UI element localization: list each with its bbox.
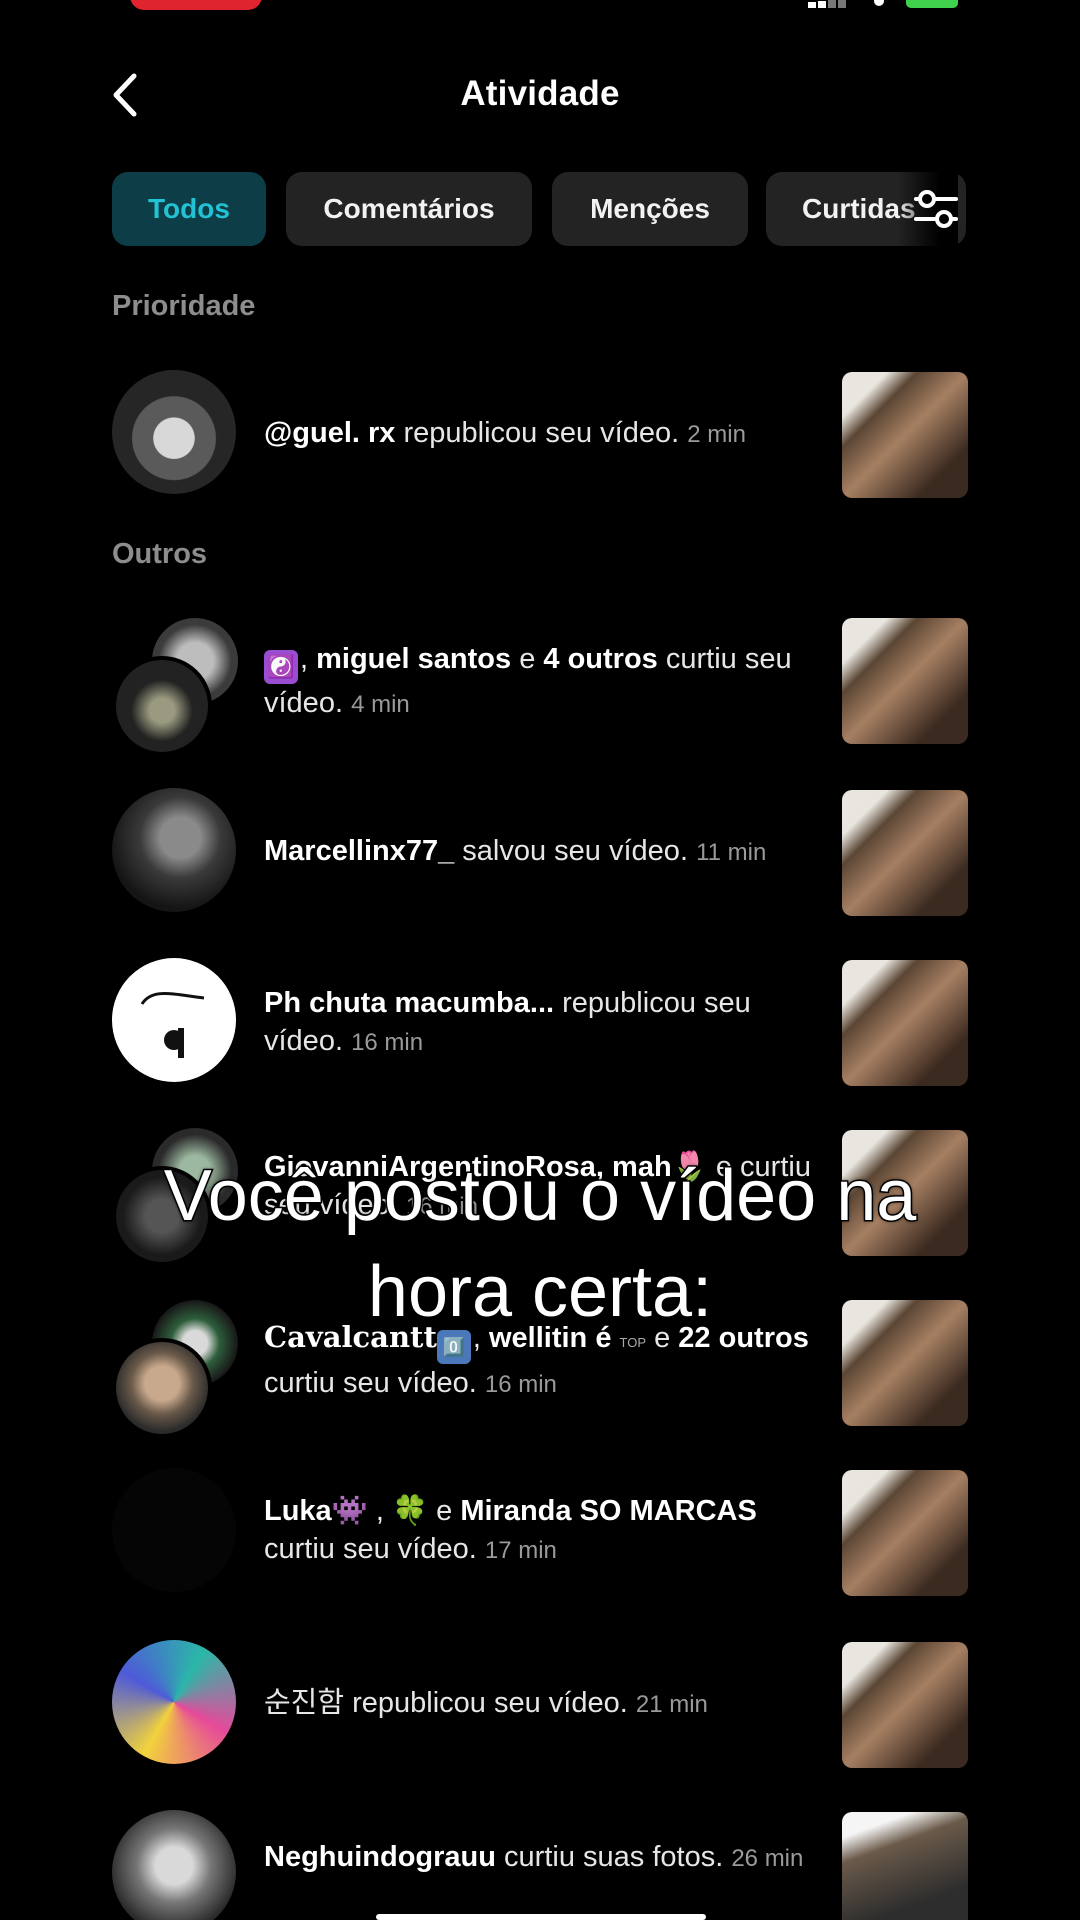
header: Atividade bbox=[0, 60, 1080, 130]
avatar[interactable] bbox=[112, 788, 236, 912]
filter-tabs: Todos Comentários Menções Curtidas bbox=[0, 172, 1080, 246]
overlay-caption-line2: hora certa: bbox=[366, 1251, 713, 1334]
battery-icon bbox=[906, 0, 958, 8]
sliders-icon bbox=[914, 190, 958, 228]
status-bar bbox=[0, 0, 1080, 30]
home-indicator bbox=[376, 1914, 706, 1920]
avatar bbox=[112, 656, 212, 756]
avatar[interactable] bbox=[112, 1640, 236, 1764]
notification-row[interactable]: Luka👾 , 🍀 e Miranda SO MARCAS curtiu seu… bbox=[0, 1468, 1080, 1598]
avatar[interactable] bbox=[112, 958, 236, 1082]
video-thumbnail[interactable] bbox=[842, 618, 968, 744]
notification-row[interactable]: Ph chuta macumba... republicou seu vídeo… bbox=[0, 958, 1080, 1088]
avatar[interactable] bbox=[112, 1468, 236, 1592]
recording-indicator bbox=[130, 0, 262, 10]
photo-thumbnail[interactable] bbox=[842, 1812, 968, 1920]
video-thumbnail[interactable] bbox=[842, 372, 968, 498]
blessed-logo-icon bbox=[140, 992, 205, 1058]
wifi-icon bbox=[874, 0, 884, 6]
video-thumbnail[interactable] bbox=[842, 1642, 968, 1768]
filter-button[interactable] bbox=[912, 188, 960, 230]
notification-text: @guel. rx republicou seu vídeo. 2 min bbox=[264, 417, 746, 449]
clover-icon: 🍀 bbox=[391, 1495, 429, 1527]
avatar[interactable] bbox=[112, 1810, 236, 1920]
notification-text: Luka👾 , 🍀 e Miranda SO MARCAS curtiu seu… bbox=[264, 1495, 757, 1565]
video-thumbnail[interactable] bbox=[842, 960, 968, 1086]
section-priority: Prioridade bbox=[112, 290, 256, 322]
avatar bbox=[112, 1338, 212, 1438]
tab-comentarios[interactable]: Comentários bbox=[286, 172, 532, 246]
notification-row[interactable]: @guel. rx republicou seu vídeo. 2 min bbox=[0, 370, 1080, 500]
notification-text: Marcellinx77_ salvou seu vídeo. 11 min bbox=[264, 835, 767, 867]
notification-text: Ph chuta macumba... republicou seu vídeo… bbox=[264, 987, 751, 1057]
section-others: Outros bbox=[112, 538, 208, 570]
notification-text: 순진함 republicou seu vídeo. 21 min bbox=[264, 1687, 708, 1719]
notification-row[interactable]: 순진함 republicou seu vídeo. 21 min bbox=[0, 1640, 1080, 1770]
notification-row[interactable]: Marcellinx77_ salvou seu vídeo. 11 min bbox=[0, 788, 1080, 918]
notification-row[interactable]: Neghuindograuu curtiu suas fotos. 26 min bbox=[0, 1810, 1080, 1920]
signal-icon bbox=[808, 0, 848, 8]
video-thumbnail[interactable] bbox=[842, 790, 968, 916]
notification-text: Neghuindograuu curtiu suas fotos. 26 min bbox=[264, 1841, 804, 1873]
tab-mencoes[interactable]: Menções bbox=[552, 172, 748, 246]
notification-row[interactable]: ☯️, miguel santos e 4 outros curtiu seu … bbox=[0, 616, 1080, 756]
tab-todos[interactable]: Todos bbox=[112, 172, 266, 246]
avatar[interactable] bbox=[112, 370, 236, 494]
alien-monster-icon: 👾 bbox=[331, 1495, 368, 1527]
video-thumbnail[interactable] bbox=[842, 1470, 968, 1596]
avatar-group[interactable] bbox=[112, 618, 242, 756]
yin-yang-icon: ☯️ bbox=[264, 650, 298, 684]
page-title: Atividade bbox=[460, 74, 620, 113]
overlay-caption-line1: Você postou o vídeo na bbox=[162, 1155, 918, 1238]
notification-text: ☯️, miguel santos e 4 outros curtiu seu … bbox=[264, 643, 792, 719]
